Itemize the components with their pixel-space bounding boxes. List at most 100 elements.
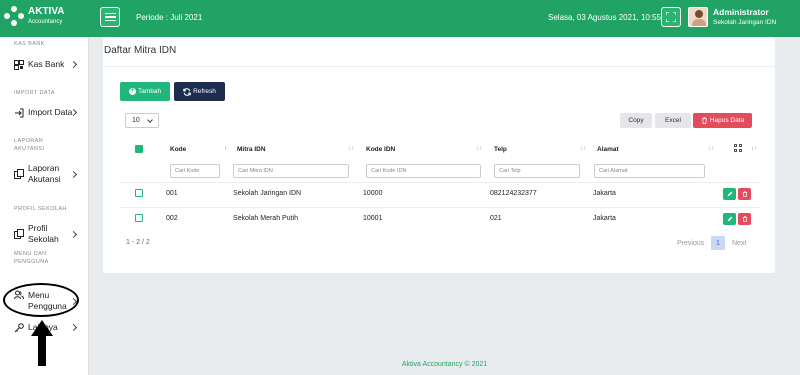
chevron-down-icon [147, 117, 153, 123]
sidebar-item-profil[interactable]: Profil Sekolah [14, 223, 78, 245]
refresh-icon [183, 87, 191, 96]
brand-name: AKTIVA [28, 6, 65, 17]
annotation-arrow-icon [31, 320, 53, 366]
copy-button[interactable]: Copy [620, 113, 652, 128]
mitra-card [103, 37, 775, 273]
user-name: Administrator [713, 7, 769, 17]
cell-kode-idn: 10001 [363, 215, 383, 222]
plus-icon: + [128, 88, 136, 95]
chevron-right-icon [69, 230, 78, 238]
sort-icon[interactable]: ↓↑ [476, 146, 482, 152]
page-size-value: 10 [132, 117, 140, 124]
fullscreen-icon [666, 12, 676, 22]
avatar[interactable] [688, 7, 708, 27]
delete-button[interactable] [738, 213, 751, 225]
section-kas-bank: KAS BANK [14, 41, 45, 47]
filter-kode-input[interactable]: Cari Kode [170, 164, 220, 178]
section-import-data: IMPORT DATA [14, 90, 55, 96]
filter-kode-idn-input[interactable]: Cari Kode IDN [366, 164, 481, 178]
cell-kode: 001 [166, 190, 178, 197]
delete-button[interactable] [738, 188, 751, 200]
qr-icon [14, 59, 24, 70]
aktiva-logo-icon [4, 6, 24, 26]
col-alamat[interactable]: Alamat [597, 146, 619, 153]
col-kode-idn[interactable]: Kode IDN [366, 146, 395, 153]
trash-icon [742, 191, 747, 197]
refresh-button[interactable]: Refresh [174, 82, 225, 101]
page-size-select[interactable]: 10 [125, 113, 159, 128]
menu-toggle-button[interactable] [100, 7, 120, 27]
refresh-label: Refresh [193, 88, 216, 95]
filter-mitra-input[interactable]: Cari Mitra IDN [233, 164, 349, 178]
cell-kode: 002 [166, 215, 178, 222]
filter-alamat-input[interactable]: Cari Alamat [594, 164, 705, 178]
hapus-label: Hapus Data [709, 117, 745, 124]
trash-icon [701, 117, 707, 124]
pencil-icon [727, 216, 732, 222]
excel-button[interactable]: Excel [655, 113, 691, 128]
fullscreen-button[interactable] [661, 7, 681, 27]
report-icon [14, 229, 24, 239]
chevron-right-icon [69, 170, 78, 178]
chevron-right-icon [69, 323, 78, 332]
brand-sub: Accountancy [28, 19, 63, 25]
divider [103, 66, 775, 67]
divider [120, 207, 760, 208]
page-info: 1 - 2 / 2 [126, 239, 150, 246]
brand-logo[interactable]: AKTIVA Accountancy [4, 6, 64, 26]
pencil-icon [727, 191, 732, 197]
cell-kode-idn: 10000 [363, 190, 383, 197]
page-title: Daftar Mitra IDN [104, 45, 177, 56]
user-menu[interactable]: Administrator Sekolah Jaringan IDN [713, 8, 776, 26]
grid-icon[interactable] [734, 144, 743, 153]
sidebar-item-import-data[interactable]: Import Data [14, 107, 78, 118]
tambah-label: Tambah [137, 88, 162, 95]
sidebar-item-label: Kas Bank [28, 59, 65, 69]
cell-mitra: Sekolah Merah Putih [233, 215, 298, 222]
select-all-checkbox[interactable] [135, 145, 143, 153]
section-laporan: LAPORAN AKUTANSI [14, 138, 45, 152]
col-kode[interactable]: Kode [170, 146, 186, 153]
hamburger-icon [104, 12, 116, 15]
row-checkbox[interactable] [135, 189, 143, 197]
sidebar-item-laporan[interactable]: Laporan Akutansi [14, 163, 78, 185]
sort-icon[interactable]: ↓↑ [580, 146, 586, 152]
sidebar-item-label: Laporan Akutansi [28, 163, 61, 184]
cell-mitra: Sekolah Jaringan IDN [233, 190, 302, 197]
import-icon [15, 108, 24, 117]
edit-button[interactable] [723, 213, 736, 225]
edit-button[interactable] [723, 188, 736, 200]
periode-label: Periode : Juli 2021 [136, 13, 203, 22]
top-bar: AKTIVA Accountancy Periode : Juli 2021 S… [0, 0, 800, 37]
next-button[interactable]: Next [732, 240, 746, 247]
sort-icon[interactable]: ↓↑ [751, 146, 757, 152]
col-mitra[interactable]: Mitra IDN [237, 146, 266, 153]
chevron-right-icon [69, 60, 78, 69]
report-icon [14, 169, 24, 179]
sort-asc-icon[interactable]: ↑ [224, 146, 227, 152]
key-icon [14, 322, 24, 332]
cell-alamat: Jakarta [593, 190, 616, 197]
divider [120, 182, 760, 183]
sort-icon[interactable]: ↓↑ [348, 146, 354, 152]
cell-telp: 082124232377 [490, 190, 537, 197]
hapus-data-button[interactable]: Hapus Data [693, 113, 752, 128]
cell-alamat: Jakarta [593, 215, 616, 222]
datetime-label: Selasa, 03 Agustus 2021, 10:55:20 [548, 13, 673, 22]
page-1-button[interactable]: 1 [711, 236, 725, 250]
tambah-button[interactable]: + Tambah [120, 82, 170, 101]
user-school: Sekolah Jaringan IDN [713, 18, 777, 26]
footer: Aktiva Accountancy © 2021 [401, 361, 488, 368]
filter-telp-input[interactable]: Cari Telp [494, 164, 580, 178]
trash-icon [742, 216, 747, 222]
sidebar-item-label: Profil Sekolah [28, 223, 59, 244]
annotation-ellipse [3, 283, 79, 317]
row-checkbox[interactable] [135, 214, 143, 222]
sort-icon[interactable]: ↓↑ [708, 146, 714, 152]
col-telp[interactable]: Telp [494, 146, 507, 153]
previous-button[interactable]: Previous [677, 240, 704, 247]
section-profil: PROFIL SEKOLAH [14, 206, 67, 212]
sidebar-item-label: Import Data [28, 107, 73, 117]
sidebar-item-kas-bank[interactable]: Kas Bank [14, 59, 78, 70]
section-menu: MENU DAN PENGGUNA [14, 251, 49, 265]
